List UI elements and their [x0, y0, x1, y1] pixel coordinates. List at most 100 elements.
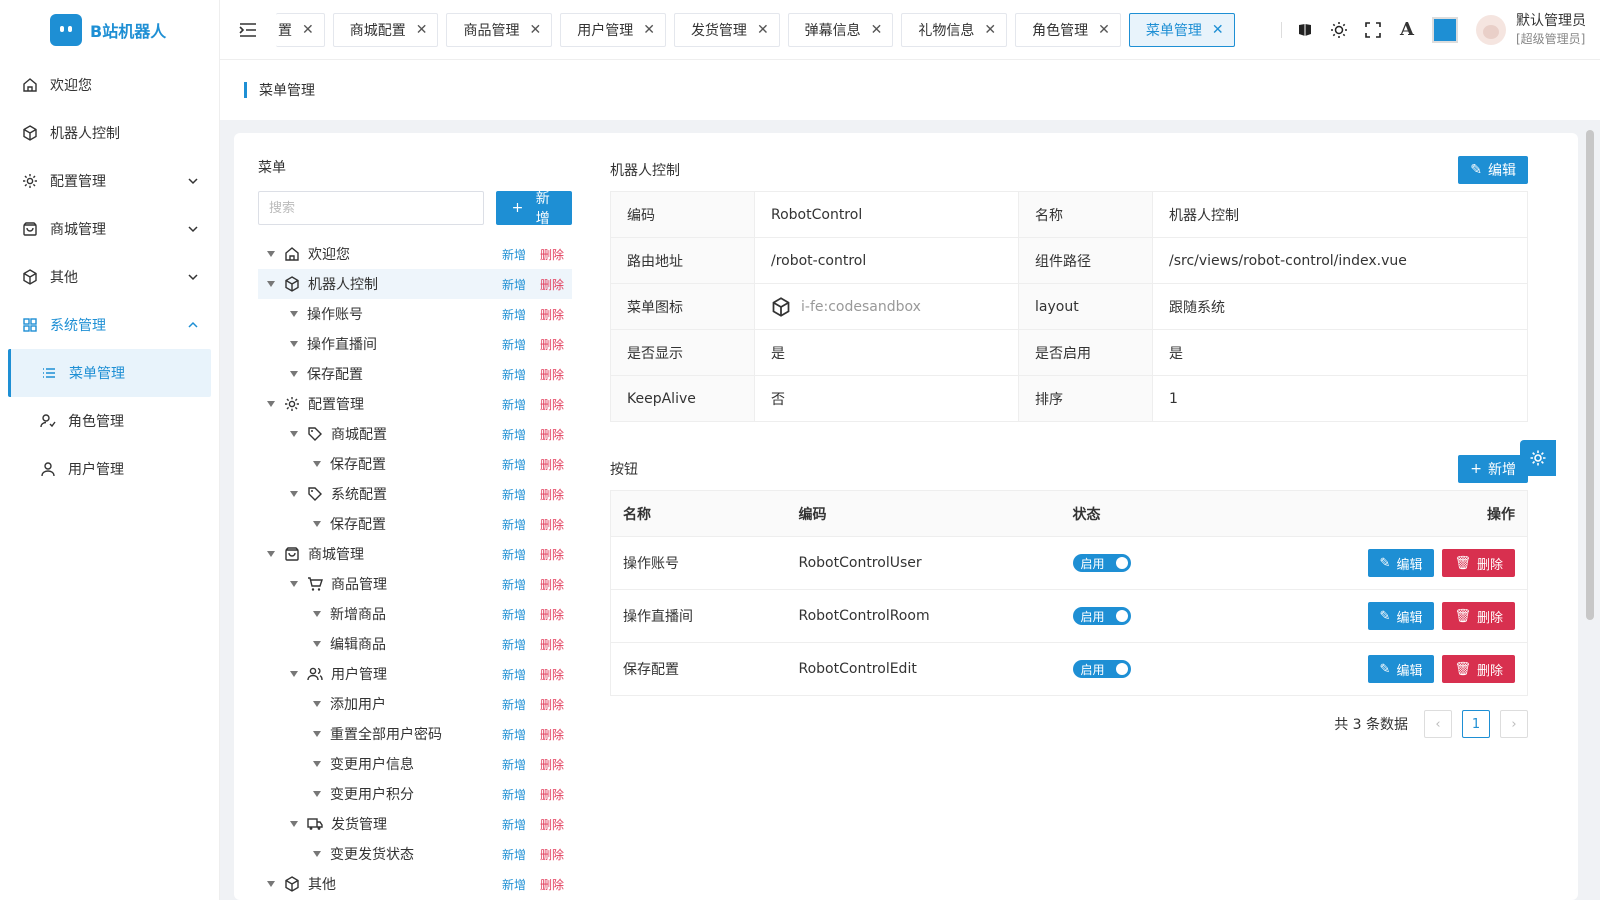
- tree-node-add-link[interactable]: 新增: [502, 726, 526, 743]
- tree-node-add-link[interactable]: 新增: [502, 486, 526, 503]
- tree-node-add-link[interactable]: 新增: [502, 246, 526, 263]
- close-icon[interactable]: ✕: [302, 22, 314, 38]
- caret-down-icon[interactable]: [289, 669, 299, 679]
- tree-node-add-link[interactable]: 新增: [502, 846, 526, 863]
- tree-node-add-link[interactable]: 新增: [502, 426, 526, 443]
- tree-node-delete-link[interactable]: 删除: [540, 336, 564, 353]
- caret-down-icon[interactable]: [266, 549, 276, 559]
- avatar[interactable]: [1476, 14, 1506, 45]
- tree-node-add-link[interactable]: 新增: [502, 366, 526, 383]
- tab-5[interactable]: 弹幕信息 ✕: [787, 12, 894, 47]
- caret-down-icon[interactable]: [289, 819, 299, 829]
- tree-node[interactable]: 系统配置 新增 删除: [258, 479, 572, 509]
- caret-down-icon[interactable]: [289, 429, 299, 439]
- delete-button[interactable]: 🗑 删除: [1442, 549, 1515, 577]
- tree-node[interactable]: 添加用户 新增 删除: [258, 689, 572, 719]
- sidebar-item-0[interactable]: 欢迎您: [0, 61, 219, 109]
- delete-button[interactable]: 🗑 删除: [1442, 602, 1515, 630]
- caret-down-icon[interactable]: [289, 579, 299, 589]
- sun-icon[interactable]: [1330, 21, 1348, 39]
- tree-node-delete-link[interactable]: 删除: [540, 756, 564, 773]
- tree-node-add-link[interactable]: 新增: [502, 786, 526, 803]
- tree-node-delete-link[interactable]: 删除: [540, 456, 564, 473]
- tree-node[interactable]: 操作账号 新增 删除: [258, 299, 572, 329]
- tree-node[interactable]: 操作直播间 新增 删除: [258, 329, 572, 359]
- tree-node[interactable]: 保存配置 新增 删除: [258, 359, 572, 389]
- tree-node-add-link[interactable]: 新增: [502, 876, 526, 893]
- tree-node[interactable]: 编辑商品 新增 删除: [258, 629, 572, 659]
- caret-down-icon[interactable]: [312, 789, 322, 799]
- submenu-item-2[interactable]: 用户管理: [0, 445, 219, 493]
- caret-down-icon[interactable]: [289, 309, 299, 319]
- tab-3[interactable]: 用户管理 ✕: [560, 12, 666, 47]
- tab-6[interactable]: 礼物信息 ✕: [901, 12, 1008, 47]
- prev-page-button[interactable]: ‹: [1424, 710, 1452, 738]
- tree-node[interactable]: 变更用户积分 新增 删除: [258, 779, 572, 809]
- edit-button[interactable]: ✎ 编辑: [1367, 655, 1435, 683]
- tree-node-add-link[interactable]: 新增: [502, 336, 526, 353]
- close-icon[interactable]: ✕: [416, 22, 428, 38]
- tab-7[interactable]: 角色管理 ✕: [1015, 12, 1121, 47]
- close-icon[interactable]: ✕: [643, 22, 655, 38]
- add-menu-button[interactable]: + 新增: [495, 191, 572, 227]
- caret-down-icon[interactable]: [266, 879, 276, 889]
- status-toggle[interactable]: 启用: [1072, 607, 1131, 625]
- caret-down-icon[interactable]: [312, 609, 322, 619]
- close-icon[interactable]: ✕: [757, 22, 769, 38]
- app-logo[interactable]: B站机器人: [0, 0, 219, 60]
- tree-node-delete-link[interactable]: 删除: [540, 636, 564, 653]
- tree-node-delete-link[interactable]: 删除: [540, 726, 564, 743]
- tab-8[interactable]: 菜单管理 ✕: [1128, 12, 1235, 47]
- tree-node[interactable]: 变更发货状态 新增 删除: [258, 839, 572, 869]
- tree-node-delete-link[interactable]: 删除: [540, 816, 564, 833]
- caret-down-icon[interactable]: [312, 849, 322, 859]
- caret-down-icon[interactable]: [312, 459, 322, 469]
- caret-down-icon[interactable]: [312, 759, 322, 769]
- tree-node-delete-link[interactable]: 删除: [540, 606, 564, 623]
- tree-node-add-link[interactable]: 新增: [502, 576, 526, 593]
- status-toggle[interactable]: 启用: [1072, 660, 1131, 678]
- tree-node[interactable]: 变更用户信息 新增 删除: [258, 749, 572, 779]
- sidebar-item-1[interactable]: 机器人控制: [0, 109, 219, 157]
- add-button-button[interactable]: + 新增: [1458, 455, 1528, 483]
- tree-node-add-link[interactable]: 新增: [502, 606, 526, 623]
- settings-float-button[interactable]: [1520, 440, 1556, 476]
- sidebar-item-5[interactable]: 系统管理: [0, 301, 219, 349]
- caret-down-icon[interactable]: [289, 339, 299, 349]
- caret-down-icon[interactable]: [266, 279, 276, 289]
- tree-node[interactable]: 商城配置 新增 删除: [258, 419, 572, 449]
- close-icon[interactable]: ✕: [984, 22, 996, 38]
- submenu-item-1[interactable]: 角色管理: [0, 397, 219, 445]
- tree-node-add-link[interactable]: 新增: [502, 306, 526, 323]
- user-info[interactable]: 默认管理员 [超级管理员]: [1516, 12, 1586, 48]
- tree-node-add-link[interactable]: 新增: [502, 276, 526, 293]
- caret-down-icon[interactable]: [266, 249, 276, 259]
- edit-button[interactable]: ✎ 编辑: [1367, 549, 1435, 577]
- tree-node-delete-link[interactable]: 删除: [540, 276, 564, 293]
- tree-node[interactable]: 配置管理 新增 删除: [258, 389, 572, 419]
- edit-menu-button[interactable]: ✎ 编辑: [1458, 156, 1528, 184]
- tree-node-add-link[interactable]: 新增: [502, 456, 526, 473]
- tree-node-add-link[interactable]: 新增: [502, 696, 526, 713]
- tree-node[interactable]: 重置全部用户密码 新增 删除: [258, 719, 572, 749]
- font-size-icon[interactable]: A: [1398, 19, 1416, 40]
- page-number[interactable]: 1: [1462, 710, 1490, 738]
- tree-node-add-link[interactable]: 新增: [502, 516, 526, 533]
- tree-node-delete-link[interactable]: 删除: [540, 666, 564, 683]
- caret-down-icon[interactable]: [312, 729, 322, 739]
- caret-down-icon[interactable]: [312, 699, 322, 709]
- tree-node-delete-link[interactable]: 删除: [540, 486, 564, 503]
- sidebar-item-4[interactable]: 其他: [0, 253, 219, 301]
- tree-node[interactable]: 商城管理 新增 删除: [258, 539, 572, 569]
- caret-down-icon[interactable]: [312, 519, 322, 529]
- tree-node[interactable]: 保存配置 新增 删除: [258, 509, 572, 539]
- tree-node-delete-link[interactable]: 删除: [540, 426, 564, 443]
- next-page-button[interactable]: ›: [1500, 710, 1528, 738]
- tree-node-add-link[interactable]: 新增: [502, 816, 526, 833]
- tree-node-delete-link[interactable]: 删除: [540, 306, 564, 323]
- caret-down-icon[interactable]: [312, 639, 322, 649]
- tree-node-delete-link[interactable]: 删除: [540, 576, 564, 593]
- fullscreen-icon[interactable]: [1364, 21, 1382, 39]
- caret-down-icon[interactable]: [289, 369, 299, 379]
- tree-node[interactable]: 用户管理 新增 删除: [258, 659, 572, 689]
